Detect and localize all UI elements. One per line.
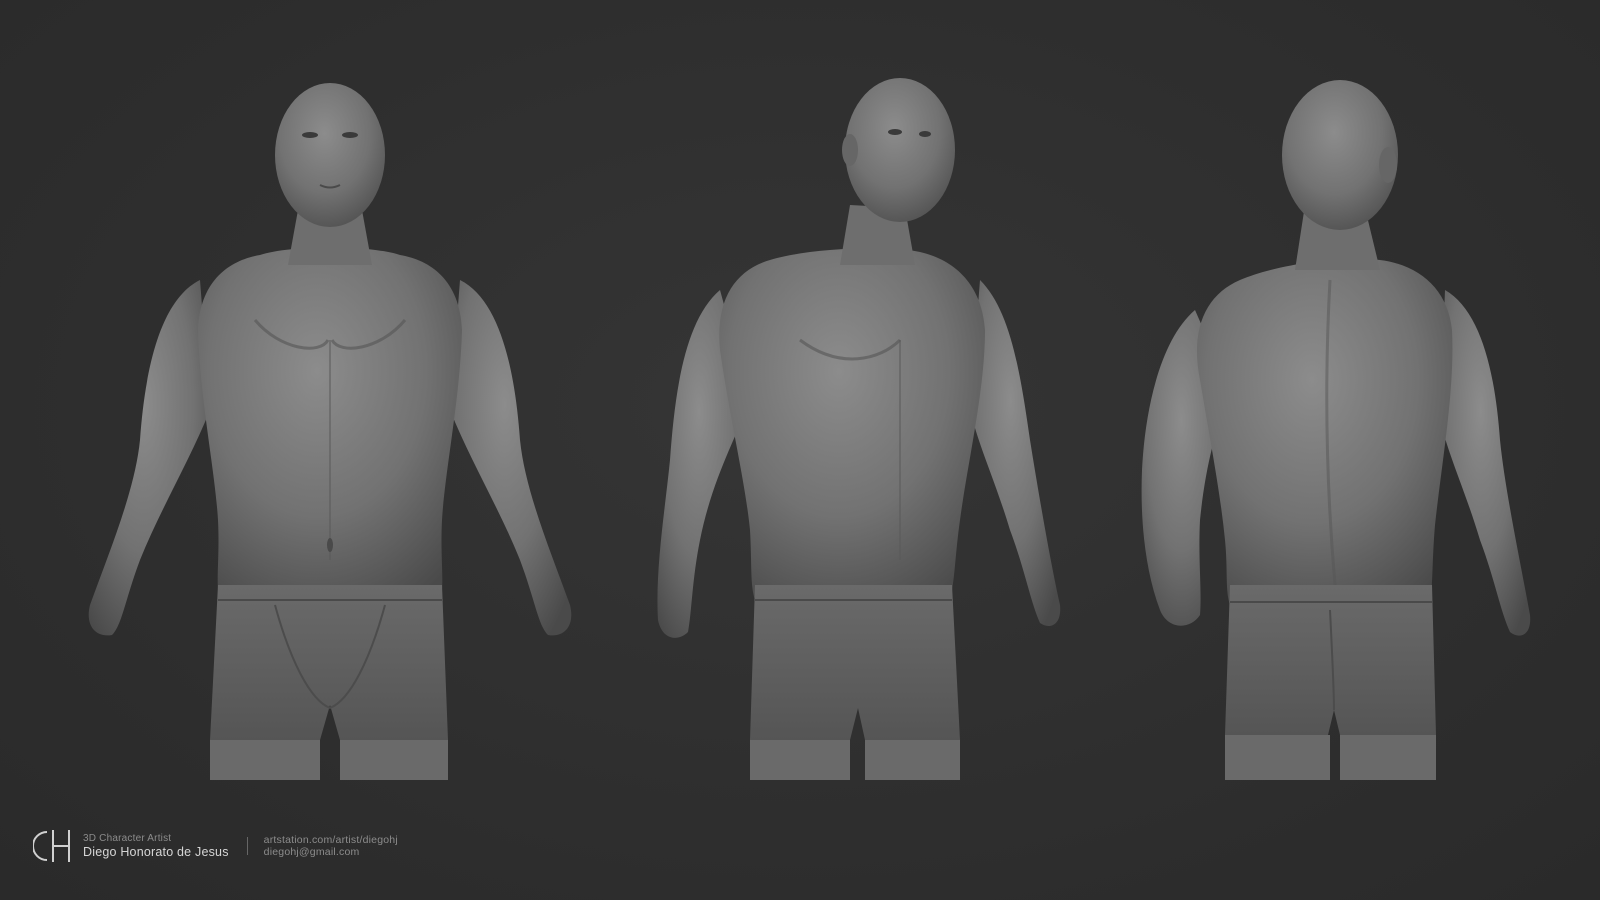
artist-role: 3D Character Artist bbox=[83, 833, 172, 845]
dh-monogram-logo bbox=[33, 828, 75, 864]
sculpt-front-view bbox=[50, 40, 610, 780]
left-arm bbox=[88, 280, 210, 636]
torso bbox=[1196, 258, 1453, 605]
head bbox=[275, 83, 385, 227]
email-link[interactable]: diegohj@gmail.com bbox=[264, 846, 398, 858]
sculpt-back-view bbox=[1100, 40, 1600, 780]
render-canvas: 3D Character Artist Diego Honorato de Je… bbox=[0, 0, 1600, 900]
artist-credits: 3D Character Artist Diego Honorato de Je… bbox=[33, 826, 398, 866]
head bbox=[845, 78, 955, 222]
footer-divider bbox=[246, 837, 248, 855]
contact-info: artstation.com/artist/diegohj diegohj@gm… bbox=[264, 834, 398, 858]
right-arm bbox=[450, 280, 572, 636]
shorts bbox=[210, 585, 448, 740]
artist-info: 3D Character Artist Diego Honorato de Je… bbox=[83, 833, 247, 859]
sculpt-three-quarter-view bbox=[600, 40, 1160, 780]
torso bbox=[719, 248, 985, 601]
artist-name: Diego Honorato de Jesus bbox=[83, 844, 229, 859]
portfolio-link[interactable]: artstation.com/artist/diegohj bbox=[264, 834, 398, 846]
shorts bbox=[1225, 585, 1436, 735]
shorts bbox=[750, 585, 960, 740]
right-arm bbox=[1440, 290, 1531, 636]
